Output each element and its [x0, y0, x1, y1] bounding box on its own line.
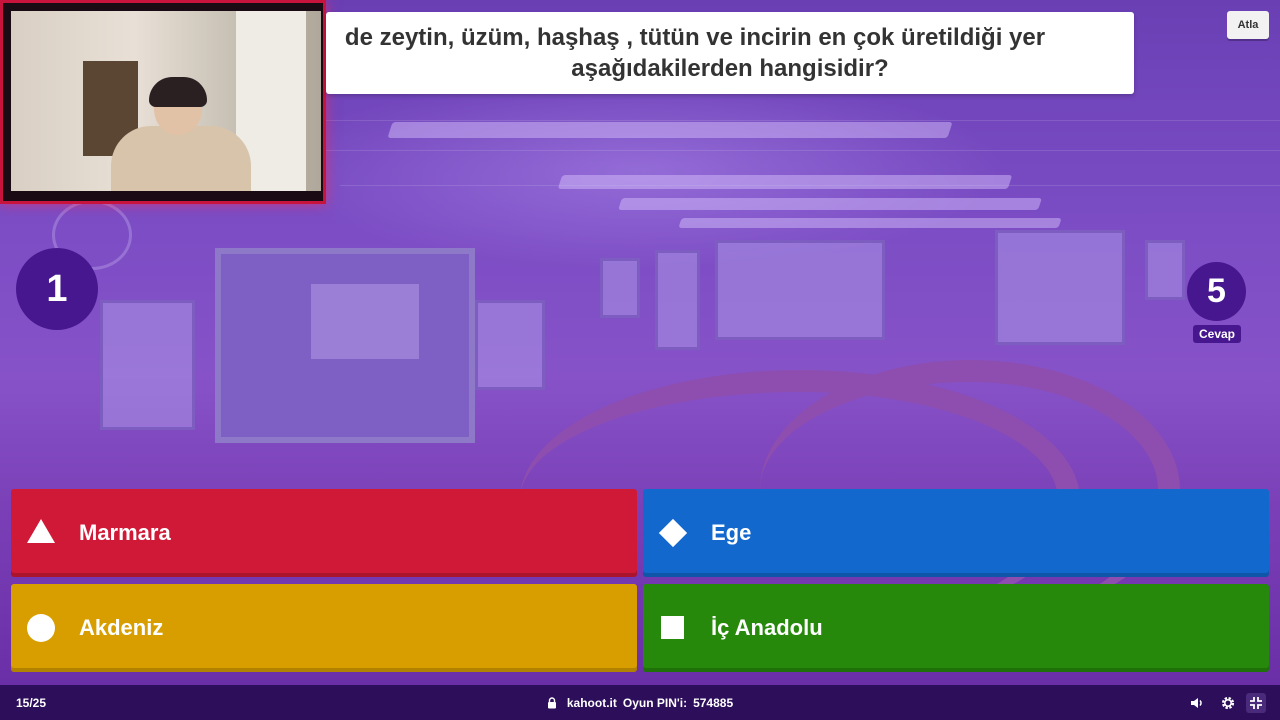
exit-fullscreen-icon[interactable]: [1246, 693, 1266, 713]
square-icon: [659, 614, 687, 642]
question-box: de zeytin, üzüm, haşhaş , tütün ve incir…: [326, 12, 1134, 94]
answer-option-yellow[interactable]: Akdeniz: [11, 584, 637, 672]
answer-label: İç Anadolu: [711, 615, 823, 640]
answers-count: 5: [1187, 262, 1246, 321]
skip-button[interactable]: Atla: [1227, 11, 1269, 39]
answer-option-blue[interactable]: Ege: [643, 489, 1269, 577]
countdown-timer: 1: [16, 248, 98, 330]
pin-value: 574885: [693, 695, 734, 710]
site-url: kahoot.it: [566, 695, 617, 710]
background-whiteboard: [215, 248, 475, 443]
lock-icon: [547, 696, 557, 709]
webcam-overlay: [0, 0, 326, 204]
answer-label: Akdeniz: [79, 615, 164, 640]
volume-icon[interactable]: [1187, 693, 1207, 713]
game-pin-info: kahoot.it Oyun PIN'i: 574885: [0, 696, 1280, 710]
circle-icon: [27, 614, 55, 642]
triangle-icon: [27, 519, 55, 547]
bottom-bar: 15/25 kahoot.it Oyun PIN'i: 574885: [0, 685, 1280, 720]
answer-label: Marmara: [79, 520, 171, 545]
question-text: de zeytin, üzüm, haşhaş , tütün ve incir…: [345, 22, 1045, 84]
webcam-feed: [11, 11, 321, 191]
answer-option-green[interactable]: İç Anadolu: [643, 584, 1269, 672]
question-line-2: aşağıdakilerden hangisidir?: [571, 55, 889, 82]
question-line-1: de zeytin, üzüm, haşhaş , tütün ve incir…: [344, 24, 1046, 51]
pin-label: Oyun PIN'i:: [622, 695, 688, 710]
settings-icon[interactable]: [1218, 693, 1238, 713]
answers-label: Cevap: [1193, 325, 1241, 343]
answer-option-red[interactable]: Marmara: [11, 489, 637, 577]
diamond-icon: [658, 518, 688, 548]
answer-label: Ege: [711, 520, 752, 545]
